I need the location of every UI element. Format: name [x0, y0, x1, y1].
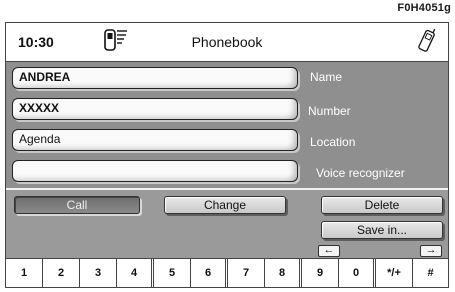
location-label: Location — [310, 135, 356, 149]
right-arrow-button[interactable]: → — [420, 245, 442, 257]
page-title: Phonebook — [191, 34, 263, 50]
contact-form: ANDREA Name XXXXX Number Agenda Location… — [6, 62, 448, 189]
key-7[interactable]: 7 — [228, 259, 265, 287]
mobile-phone-icon — [416, 27, 438, 55]
call-button[interactable]: Call — [14, 196, 140, 214]
figure-code: F0H4051g — [397, 2, 451, 14]
name-row: ANDREA Name — [12, 67, 442, 89]
voice-recognizer-field[interactable] — [12, 160, 298, 182]
voice-recognizer-label: Voice recognizer — [316, 166, 405, 180]
location-field[interactable]: Agenda — [12, 129, 298, 151]
key-8[interactable]: 8 — [265, 259, 302, 287]
location-row: Agenda Location — [12, 129, 442, 151]
key-0[interactable]: 0 — [339, 259, 376, 287]
phonebook-screen: 10:30 Phonebook ANDREA Name XXXXX Number… — [5, 22, 449, 288]
action-panel: Call Change Delete Save in... ← → — [6, 190, 448, 257]
save-in-button[interactable]: Save in... — [321, 221, 443, 239]
page: F0H4051g 10:30 Phonebook ANDREA Name XXX… — [0, 0, 455, 292]
number-row: XXXXX Number — [12, 98, 442, 120]
name-field[interactable]: ANDREA — [12, 67, 298, 89]
keypad: 1 2 3 4 5 6 7 8 9 0 */+ # — [6, 258, 448, 287]
key-9[interactable]: 9 — [302, 259, 339, 287]
header-bar: 10:30 Phonebook — [6, 23, 448, 62]
key-4[interactable]: 4 — [117, 259, 154, 287]
change-button[interactable]: Change — [164, 196, 286, 214]
name-label: Name — [310, 70, 343, 84]
left-arrow-button[interactable]: ← — [318, 245, 340, 257]
key-3[interactable]: 3 — [80, 259, 117, 287]
key-2[interactable]: 2 — [43, 259, 80, 287]
number-label: Number — [308, 104, 351, 118]
voice-recognizer-row: Voice recognizer — [12, 160, 442, 182]
key-6[interactable]: 6 — [191, 259, 228, 287]
key-hash[interactable]: # — [413, 259, 448, 287]
key-star-plus[interactable]: */+ — [376, 259, 413, 287]
key-1[interactable]: 1 — [6, 259, 43, 287]
key-5[interactable]: 5 — [154, 259, 191, 287]
number-field[interactable]: XXXXX — [12, 98, 298, 120]
delete-button[interactable]: Delete — [321, 196, 443, 214]
